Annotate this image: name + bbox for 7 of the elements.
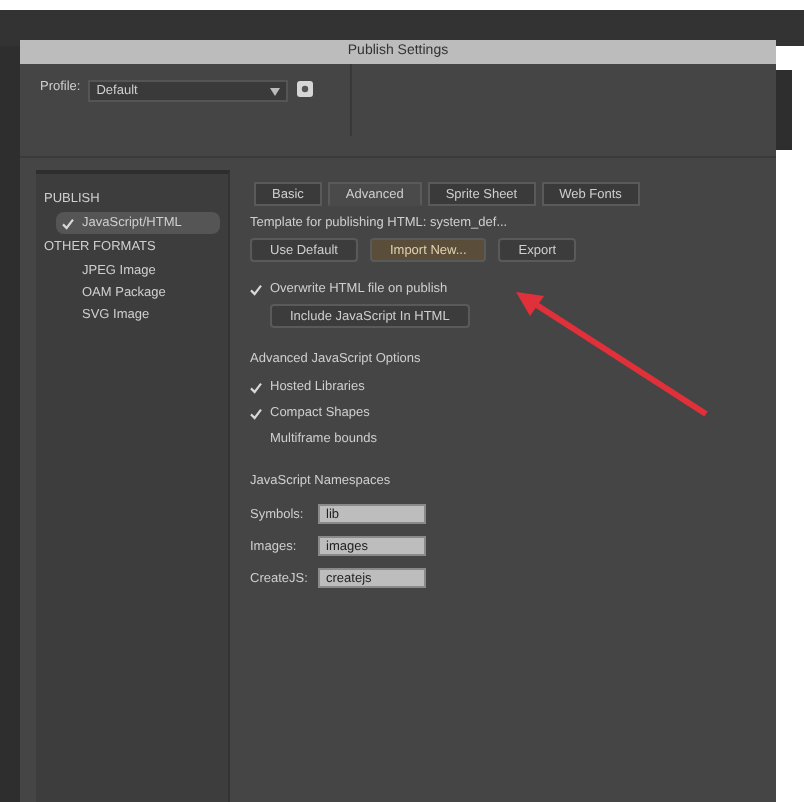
caret-icon [270,87,281,95]
checkmark-icon[interactable] [62,217,74,229]
checkmark-icon[interactable] [250,407,262,419]
checkmark-icon[interactable] [250,283,262,295]
checkmark-icon[interactable] [250,381,262,393]
scrollbar[interactable] [776,70,792,150]
settings-icon[interactable] [296,80,315,98]
